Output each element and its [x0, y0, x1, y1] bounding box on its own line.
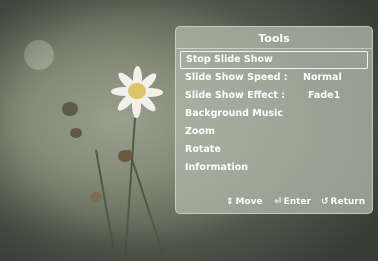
menu-item-label: Rotate [185, 144, 221, 155]
enter-icon: ⏎ [274, 197, 282, 207]
tools-popup: Tools Stop Slide Show Slide Show Speed :… [175, 26, 373, 214]
move-label: Move [235, 197, 263, 207]
title-divider [176, 48, 372, 49]
tools-menu: Stop Slide Show Slide Show Speed : Norma… [180, 51, 368, 177]
menu-item-information[interactable]: Information [180, 159, 368, 177]
menu-item-value: Fade1 [308, 90, 341, 101]
updown-arrow-icon: ⇕ [226, 197, 234, 207]
enter-hint: ⏎ Enter [274, 193, 311, 211]
menu-item-label: Slide Show Speed : [185, 72, 288, 83]
enter-label: Enter [283, 197, 311, 207]
menu-item-label: Slide Show Effect : [185, 90, 286, 101]
slideshow-screen: Tools Stop Slide Show Slide Show Speed :… [0, 0, 378, 261]
menu-item-rotate[interactable]: Rotate [180, 141, 368, 159]
menu-item-label: Stop Slide Show [186, 54, 273, 65]
menu-item-label: Background Music [185, 108, 284, 119]
menu-item-label: Zoom [185, 126, 215, 137]
menu-item-zoom[interactable]: Zoom [180, 123, 368, 141]
move-hint: ⇕ Move [226, 193, 263, 211]
return-icon: ↺ [321, 197, 329, 207]
menu-item-value: Normal [303, 72, 342, 83]
tools-title: Tools [258, 32, 290, 45]
menu-item-stop-slide-show[interactable]: Stop Slide Show [180, 51, 368, 69]
menu-item-slide-show-speed[interactable]: Slide Show Speed : Normal [180, 69, 368, 87]
menu-item-label: Information [185, 162, 249, 173]
return-hint: ↺ Return [321, 193, 365, 211]
menu-item-background-music[interactable]: Background Music [180, 105, 368, 123]
return-label: Return [330, 197, 366, 207]
key-guide: ⇕ Move ⏎ Enter ↺ Return [176, 193, 372, 211]
menu-item-slide-show-effect[interactable]: Slide Show Effect : Fade1 [180, 87, 368, 105]
